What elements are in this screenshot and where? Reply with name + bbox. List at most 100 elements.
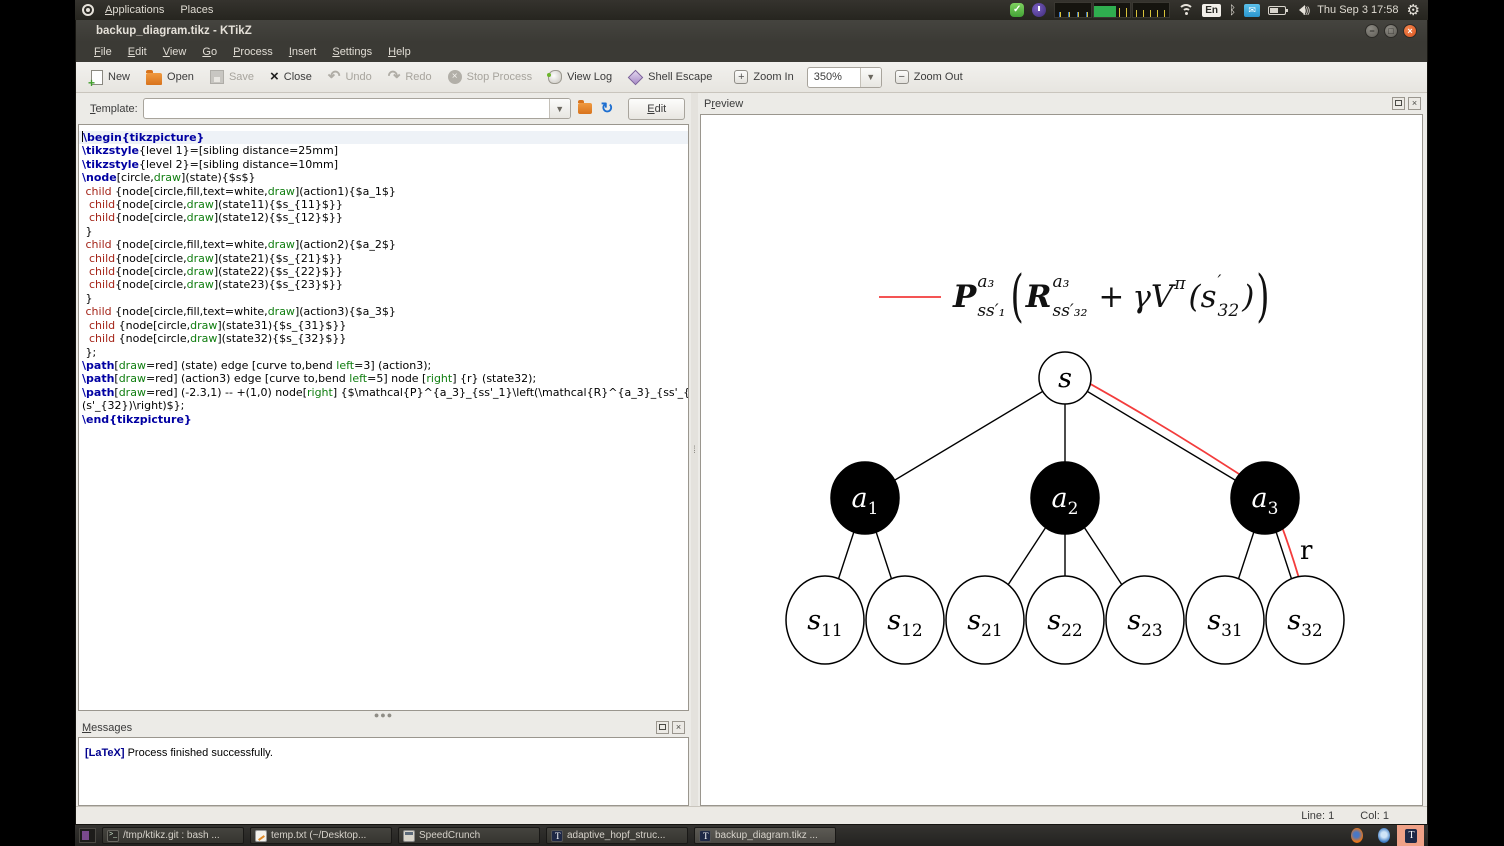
- code-editor[interactable]: \begin{tikzpicture} \tikzstyle{level 1}=[…: [78, 124, 689, 711]
- firefox-task[interactable]: [1343, 825, 1370, 846]
- open-button[interactable]: Open: [139, 67, 201, 88]
- close-dock-icon[interactable]: ×: [672, 721, 685, 734]
- save-button[interactable]: Save: [203, 67, 261, 87]
- task-item[interactable]: /tmp/ktikz.git : bash ...: [102, 827, 244, 844]
- code-line: \node[circle,draw](state){$s$}: [82, 171, 256, 185]
- menu-edit[interactable]: Edit: [120, 44, 155, 60]
- redo-arrow-icon: ↷: [387, 68, 401, 85]
- menu-process[interactable]: Process: [225, 44, 281, 60]
- close-x-icon: ×: [270, 68, 279, 85]
- code-line: child {node[circle,fill,text=white,draw]…: [85, 184, 396, 198]
- menu-help[interactable]: Help: [380, 44, 419, 60]
- status-line: Line: 1: [1301, 809, 1335, 822]
- distro-logo-icon[interactable]: [82, 4, 94, 16]
- undo-arrow-icon: ↶: [327, 68, 341, 85]
- new-button[interactable]: New: [84, 67, 137, 90]
- zoom-level-combobox[interactable]: 350% ▼: [806, 66, 882, 88]
- preview-title: Preview: [704, 97, 744, 110]
- close-file-button[interactable]: × Close: [263, 68, 319, 86]
- template-open-icon[interactable]: [577, 100, 592, 114]
- titlebar[interactable]: backup_diagram.tikz - KTikZ − □ ×: [76, 20, 1427, 42]
- chevron-down-icon[interactable]: ▼: [859, 67, 881, 87]
- maximize-button[interactable]: □: [1384, 24, 1398, 38]
- menu-file[interactable]: File: [86, 44, 120, 60]
- ktikz-attention-task[interactable]: [1397, 825, 1424, 846]
- code-line: \end{tikzpicture}: [82, 412, 192, 426]
- menu-go[interactable]: Go: [194, 44, 225, 60]
- battery-icon[interactable]: [1268, 5, 1289, 15]
- menu-settings[interactable]: Settings: [324, 44, 380, 60]
- system-monitor-graphs[interactable]: [1054, 2, 1171, 18]
- timer-indicator-icon[interactable]: [1032, 3, 1047, 17]
- applications-menu[interactable]: Applications: [100, 2, 169, 18]
- messages-title: Messages: [82, 721, 133, 734]
- task-item[interactable]: adaptive_hopf_struc...: [546, 827, 688, 844]
- chromium-task[interactable]: [1370, 825, 1397, 846]
- minimize-button[interactable]: −: [1365, 24, 1379, 38]
- redo-button[interactable]: ↷ Redo: [381, 68, 439, 86]
- reward-edge-label: r: [1300, 536, 1313, 566]
- clock[interactable]: Thu Sep 3 17:58: [1317, 4, 1398, 16]
- stop-process-button[interactable]: × Stop Process: [441, 67, 539, 87]
- vertical-splitter[interactable]: ⁞: [691, 93, 698, 807]
- tree-node-state12: [865, 575, 945, 665]
- formula-token: +: [1098, 279, 1125, 315]
- formula-token: (: [1188, 279, 1201, 315]
- formula-token: s: [1200, 279, 1217, 315]
- firefox-icon: [1350, 828, 1363, 843]
- workspace-switcher[interactable]: [79, 828, 96, 843]
- close-button[interactable]: ×: [1403, 24, 1417, 38]
- update-ok-icon[interactable]: ✓: [1010, 3, 1025, 17]
- code-line: child {node[circle,fill,text=white,draw]…: [85, 305, 396, 319]
- zoom-out-button[interactable]: − Zoom Out: [888, 67, 970, 87]
- task-item[interactable]: SpeedCrunch: [398, 827, 540, 844]
- messages-dock: Messages × [LaTeX] Process finished succ…: [76, 718, 691, 807]
- undo-button[interactable]: ↶ Undo: [321, 68, 379, 86]
- ktikz-window: backup_diagram.tikz - KTikZ − □ × File Ed…: [75, 20, 1428, 825]
- volume-icon[interactable]: ))): [1294, 5, 1310, 15]
- template-reload-icon[interactable]: ↻: [601, 101, 614, 116]
- tree-node-state31: [1185, 575, 1265, 665]
- keyboard-layout-indicator[interactable]: En: [1202, 3, 1221, 17]
- tree-node-state23: [1105, 575, 1185, 665]
- view-log-button[interactable]: View Log: [541, 67, 619, 87]
- code-line: child {node[circle,fill,text=white,draw]…: [85, 238, 396, 252]
- bluetooth-icon[interactable]: ᛒ: [1229, 3, 1236, 17]
- zoom-in-icon: +: [734, 70, 749, 84]
- code-line: child {node[circle,draw](state32){$s_{32…: [89, 332, 347, 346]
- zoom-in-button[interactable]: + Zoom In: [727, 67, 800, 87]
- task-item[interactable]: temp.txt (~/Desktop...: [250, 827, 392, 844]
- new-file-icon: [88, 69, 103, 90]
- shell-escape-button[interactable]: Shell Escape: [621, 68, 719, 86]
- session-gear-icon[interactable]: ⚙: [1407, 3, 1420, 18]
- chevron-down-icon[interactable]: ▼: [548, 99, 570, 118]
- float-dock-icon[interactable]: [656, 721, 669, 734]
- tree-node-state11: [785, 575, 865, 665]
- template-edit-button[interactable]: Edit: [628, 97, 686, 120]
- tree-node-state32: [1265, 575, 1345, 665]
- horizontal-splitter[interactable]: ●●●: [76, 710, 691, 720]
- code-line: child{node[circle,draw](state11){$s_{11}…: [89, 198, 343, 212]
- task-item[interactable]: backup_diagram.tikz ...: [694, 827, 836, 844]
- code-line: \path[draw=red] (state) edge [curve to,b…: [82, 358, 432, 372]
- menu-view[interactable]: View: [155, 44, 195, 60]
- formula: Pa₃ ss′₁(Ra₃ ss′₃₂ + γV π(s ′ 32)): [953, 264, 1270, 330]
- mail-icon[interactable]: ✉: [1244, 3, 1261, 17]
- menu-insert[interactable]: Insert: [281, 44, 325, 60]
- places-menu[interactable]: Places: [175, 2, 218, 18]
- messages-content: [LaTeX] Process finished successfully.: [78, 737, 689, 806]
- view-log-icon: [547, 70, 563, 84]
- close-dock-icon[interactable]: ×: [1408, 97, 1421, 110]
- template-combobox[interactable]: ▼: [142, 98, 571, 119]
- window-title: backup_diagram.tikz - KTikZ: [96, 25, 252, 37]
- formula-token: P: [953, 279, 977, 315]
- float-dock-icon[interactable]: [1392, 97, 1405, 110]
- wifi-icon[interactable]: [1178, 4, 1195, 16]
- formula-token: γV: [1132, 279, 1174, 315]
- top-panel: Applications Places ✓ En ᛒ ✉ ))) Thu Sep…: [75, 0, 1428, 20]
- speedcrunch-icon: [403, 829, 415, 842]
- formula-token: R: [1025, 279, 1052, 315]
- menubar: File Edit View Go Process Insert Settings Help: [76, 42, 1427, 62]
- code-line: };: [82, 345, 97, 359]
- taskbar: /tmp/ktikz.git : bash ... temp.txt (~/Des…: [75, 825, 1428, 846]
